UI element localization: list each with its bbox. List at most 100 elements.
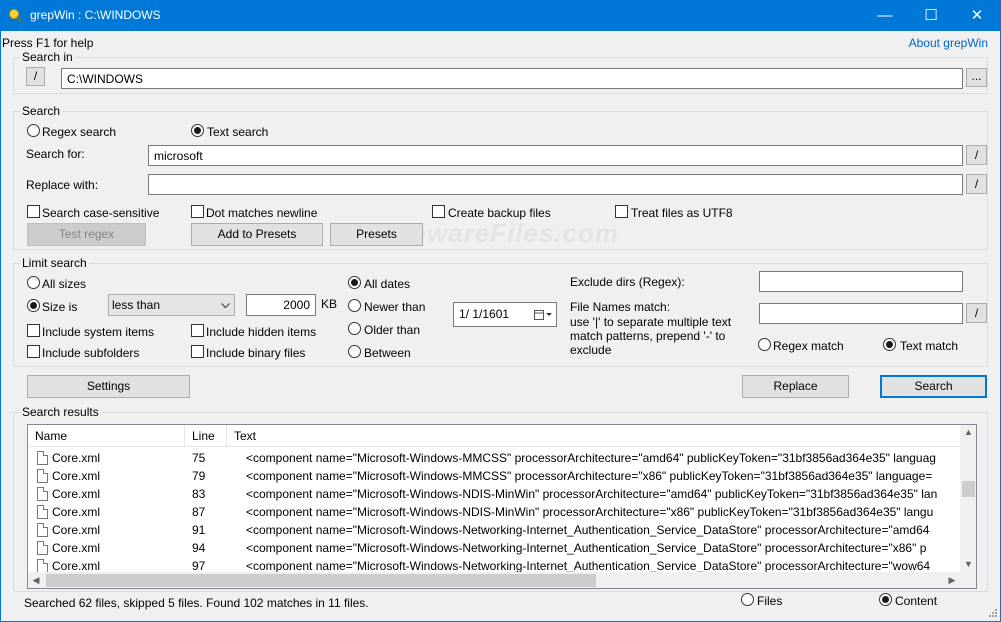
replace-button[interactable]: Replace <box>742 375 849 398</box>
search-button[interactable]: Search <box>880 375 987 398</box>
table-row[interactable]: Core.xml91<component name="Microsoft-Win… <box>28 521 960 539</box>
about-link[interactable]: About grepWin <box>909 36 988 50</box>
all-sizes-label: All sizes <box>42 277 86 291</box>
horizontal-scrollbar[interactable]: ◀ ▶ <box>28 572 960 589</box>
search-for-slash-button[interactable]: / <box>966 145 987 165</box>
older-than-label: Older than <box>364 323 420 337</box>
size-operator-value: less than <box>112 298 160 312</box>
add-to-presets-button[interactable]: Add to Presets <box>191 223 323 246</box>
status-summary: Searched 62 files, skipped 5 files. Foun… <box>24 596 369 610</box>
row-text: <component name="Microsoft-Windows-MMCSS… <box>246 449 960 467</box>
minimize-button[interactable]: — <box>862 0 908 31</box>
newer-than-radio[interactable] <box>348 299 361 312</box>
size-is-label: Size is <box>42 300 77 314</box>
exclude-dirs-input[interactable] <box>759 271 963 292</box>
case-sensitive-label: Search case-sensitive <box>42 206 159 220</box>
row-line: 91 <box>192 521 205 539</box>
between-label: Between <box>364 346 411 360</box>
subfolders-checkbox[interactable] <box>27 345 40 358</box>
case-sensitive-checkbox[interactable] <box>27 205 40 218</box>
row-line: 97 <box>192 557 205 573</box>
row-line: 87 <box>192 503 205 521</box>
maximize-button[interactable]: ☐ <box>908 0 954 31</box>
regex-search-radio[interactable] <box>27 124 40 137</box>
utf8-label: Treat files as UTF8 <box>631 206 733 220</box>
search-for-label: Search for: <box>26 147 85 161</box>
search-group-label: Search <box>20 104 62 118</box>
files-radio-label: Files <box>757 594 782 608</box>
dot-newline-checkbox[interactable] <box>191 205 204 218</box>
row-name: Core.xml <box>52 557 100 573</box>
text-match-label: Text match <box>900 339 958 353</box>
file-names-hint: use '|' to separate multiple text match … <box>570 315 755 357</box>
close-button[interactable]: ✕ <box>954 0 1000 31</box>
path-slash-button[interactable]: / <box>26 67 45 86</box>
regex-match-radio[interactable] <box>758 338 771 351</box>
scroll-up-arrow-icon[interactable]: ▲ <box>960 427 977 437</box>
all-dates-radio[interactable] <box>348 276 361 289</box>
file-names-slash-button[interactable]: / <box>966 303 987 323</box>
column-name[interactable]: Name <box>28 425 185 447</box>
scroll-left-arrow-icon[interactable]: ◀ <box>30 575 42 586</box>
horizontal-scroll-thumb[interactable] <box>46 574 596 587</box>
table-row[interactable]: Core.xml79<component name="Microsoft-Win… <box>28 467 960 485</box>
table-row[interactable]: Core.xml75<component name="Microsoft-Win… <box>28 449 960 467</box>
results-rows: Core.xml75<component name="Microsoft-Win… <box>28 449 960 573</box>
replace-with-input[interactable] <box>148 174 963 195</box>
calendar-dropdown-icon <box>534 309 552 321</box>
column-text[interactable]: Text <box>227 425 960 447</box>
older-than-radio[interactable] <box>348 322 361 335</box>
utf8-checkbox[interactable] <box>615 205 628 218</box>
resize-grip-icon[interactable] <box>986 608 998 620</box>
text-match-radio[interactable] <box>883 338 896 351</box>
text-search-label: Text search <box>207 125 268 139</box>
table-row[interactable]: Core.xml83<component name="Microsoft-Win… <box>28 485 960 503</box>
vertical-scrollbar[interactable]: ▲ ▼ <box>960 425 977 572</box>
chevron-down-icon <box>221 303 230 309</box>
table-row[interactable]: Core.xml 97 <component name="Microsoft-Win… <box>28 557 960 573</box>
file-icon <box>37 469 48 483</box>
presets-button[interactable]: Presets <box>330 223 423 246</box>
files-radio[interactable] <box>741 593 754 606</box>
browse-button[interactable]: ... <box>966 68 987 87</box>
scroll-down-arrow-icon[interactable]: ▼ <box>960 559 977 569</box>
newer-than-label: Newer than <box>364 300 425 314</box>
regex-search-label: Regex search <box>42 125 116 139</box>
all-sizes-radio[interactable] <box>27 276 40 289</box>
search-in-label: Search in <box>20 50 75 64</box>
test-regex-button[interactable]: Test regex <box>27 223 146 246</box>
dot-newline-label: Dot matches newline <box>206 206 317 220</box>
row-text: <component name="Microsoft-Windows-Netwo… <box>246 521 960 539</box>
row-name: Core.xml <box>52 503 100 521</box>
size-is-radio[interactable] <box>27 299 40 312</box>
binary-files-checkbox[interactable] <box>191 345 204 358</box>
content-radio[interactable] <box>879 593 892 606</box>
settings-button[interactable]: Settings <box>27 375 190 398</box>
hidden-items-checkbox[interactable] <box>191 324 204 337</box>
column-line[interactable]: Line <box>185 425 227 447</box>
limit-search-label: Limit search <box>20 256 89 270</box>
scroll-right-arrow-icon[interactable]: ▶ <box>946 575 958 586</box>
vertical-scroll-thumb[interactable] <box>962 481 975 497</box>
row-name: Core.xml <box>52 449 100 467</box>
search-path-input[interactable]: C:\WINDOWS <box>61 68 963 89</box>
date-picker[interactable]: 1/ 1/1601 <box>453 302 557 327</box>
row-text: <component name="Microsoft-Windows-Netwo… <box>246 557 960 573</box>
backup-files-checkbox[interactable] <box>432 205 445 218</box>
row-name: Core.xml <box>52 467 100 485</box>
table-row[interactable]: Core.xml87<component name="Microsoft-Win… <box>28 503 960 521</box>
row-line: 79 <box>192 467 205 485</box>
file-names-input[interactable] <box>759 303 963 324</box>
table-row[interactable]: Core.xml94<component name="Microsoft-Win… <box>28 539 960 557</box>
system-items-checkbox[interactable] <box>27 324 40 337</box>
system-items-label: Include system items <box>42 325 154 339</box>
size-value-input[interactable]: 2000 <box>246 294 316 316</box>
search-for-input[interactable]: microsoft <box>148 145 963 166</box>
results-list[interactable]: Name Line Text Core.xml75<component name… <box>27 424 977 589</box>
between-radio[interactable] <box>348 345 361 358</box>
row-name: Core.xml <box>52 539 100 557</box>
replace-with-slash-button[interactable]: / <box>966 174 987 194</box>
text-search-radio[interactable] <box>191 124 204 137</box>
size-operator-dropdown[interactable]: less than <box>108 294 235 316</box>
hidden-items-label: Include hidden items <box>206 325 316 339</box>
